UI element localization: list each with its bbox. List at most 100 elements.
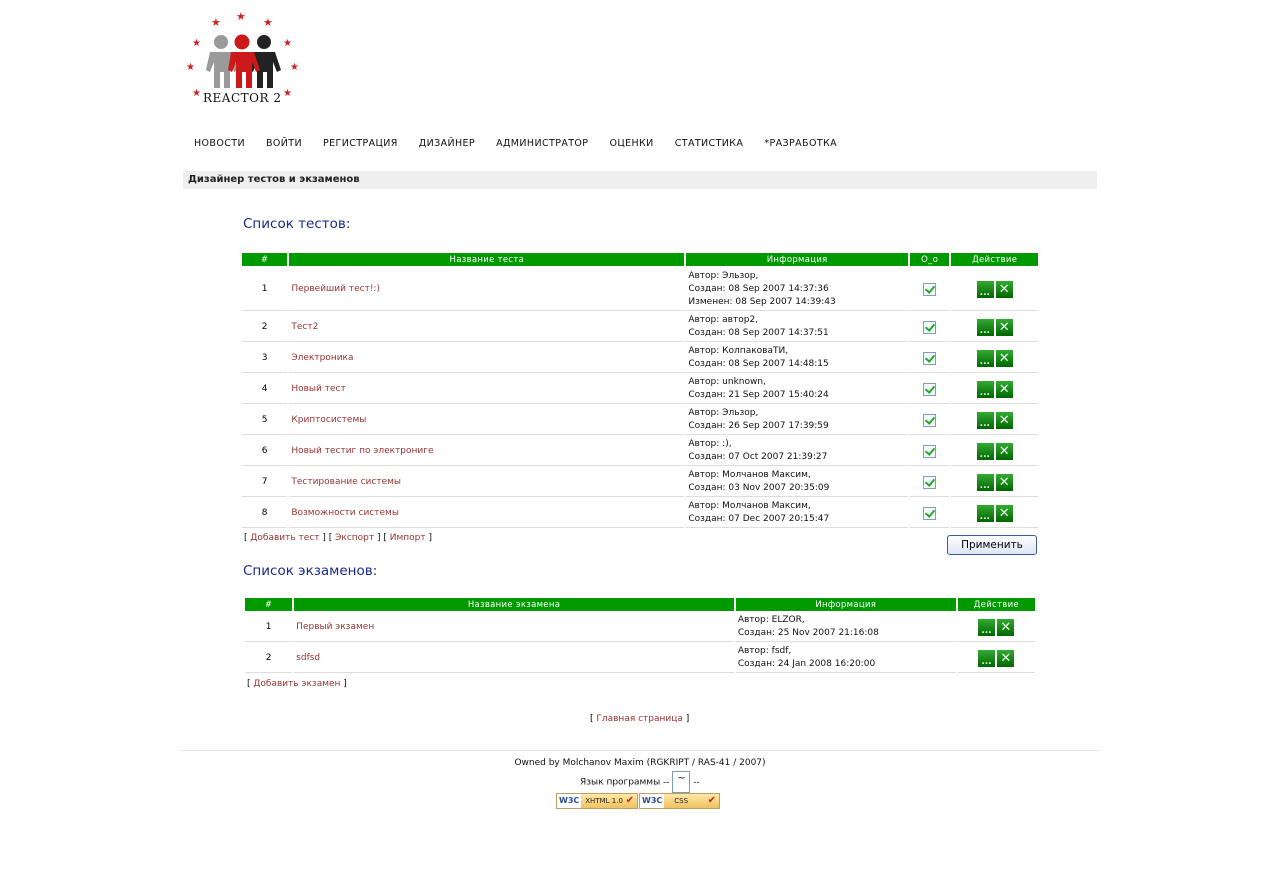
delete-icon[interactable]: ✕ <box>995 280 1013 298</box>
test-info: Автор: КолпаковаТИ, Создан: 08 Sep 2007 1… <box>686 344 909 373</box>
delete-icon[interactable]: ✕ <box>995 380 1013 398</box>
svg-text:★: ★ <box>192 38 201 49</box>
col-header-number: # <box>245 598 293 611</box>
edit-icon[interactable] <box>978 618 996 636</box>
tests-table: # Название теста Информация O_o Действие… <box>240 251 1040 530</box>
import-link[interactable]: Импорт <box>390 533 426 543</box>
edit-icon[interactable] <box>976 473 994 491</box>
table-row: 2 Тест2 Автор: автор2, Создан: 08 Sep 2007 … <box>242 313 1038 342</box>
tests-table-header: # Название теста Информация O_o Действие <box>242 253 1038 266</box>
row-number: 1 <box>245 613 293 642</box>
active-checkbox[interactable] <box>923 444 937 458</box>
nav-development[interactable]: *РАЗРАБОТКА <box>756 138 845 149</box>
edit-icon[interactable] <box>976 318 994 336</box>
edit-icon[interactable] <box>976 442 994 460</box>
main-page-links: [ Главная страница ] <box>590 714 690 724</box>
apply-button[interactable]: Применить <box>947 535 1037 555</box>
row-number: 4 <box>242 375 288 404</box>
add-test-link[interactable]: Добавить тест <box>250 533 319 543</box>
edit-icon[interactable] <box>976 504 994 522</box>
nav-grades[interactable]: ОЦЕНКИ <box>601 138 661 149</box>
active-checkbox[interactable] <box>923 320 937 334</box>
info-line: Создан: 25 Nov 2007 21:16:08 <box>737 628 879 638</box>
exams-table: # Название экзамена Информация Действие … <box>243 596 1037 675</box>
table-row: 8 Возможности системы Автор: Молчанов Макс… <box>242 499 1038 528</box>
test-name-link[interactable]: Первейший тест!:) <box>291 284 380 294</box>
test-name-link[interactable]: Возможности системы <box>291 508 399 518</box>
col-header-active: O_o <box>910 253 950 266</box>
row-number: 6 <box>242 437 288 466</box>
table-row: 1 Первый экзамен Автор: ELZOR, Создан: 25 N… <box>245 613 1035 642</box>
edit-icon[interactable] <box>976 411 994 429</box>
info-line: Автор: Эльзор, <box>688 270 759 281</box>
exams-section-title: Список экзаменов: <box>243 563 378 579</box>
top-nav: НОВОСТИ ВОЙТИ РЕГИСТРАЦИЯ ДИЗАЙНЕР АДМИНИСТР… <box>186 138 850 152</box>
export-link[interactable]: Экспорт <box>335 533 374 543</box>
delete-icon[interactable]: ✕ <box>997 618 1015 636</box>
main-page-link[interactable]: Главная страница <box>596 714 683 724</box>
delete-icon[interactable]: ✕ <box>995 349 1013 367</box>
info-line: Изменен: 08 Sep 2007 14:39:43 <box>688 296 836 307</box>
add-exam-link[interactable]: Добавить экзамен <box>253 679 340 689</box>
row-number: 3 <box>242 344 288 373</box>
footer-owned: Owned by Molchanov Maxim (RGKRIPT / RAS-… <box>514 758 766 768</box>
tests-section-title: Список тестов: <box>243 216 351 232</box>
svg-text:★: ★ <box>186 62 195 73</box>
table-row: 4 Новый тест Автор: unknown, Создан: 21 Sep… <box>242 375 1038 404</box>
test-name-link[interactable]: Тестирование системы <box>291 477 401 487</box>
active-checkbox[interactable] <box>923 382 937 396</box>
active-checkbox[interactable] <box>923 413 937 427</box>
info-line: Автор: unknown, <box>688 377 766 387</box>
info-line: Создан: 24 Jan 2008 16:20:00 <box>737 659 876 669</box>
exam-name-link[interactable]: Первый экзамен <box>296 622 374 632</box>
edit-icon[interactable] <box>976 280 994 298</box>
delete-icon[interactable]: ✕ <box>995 411 1013 429</box>
nav-designer[interactable]: ДИЗАЙНЕР <box>411 138 483 149</box>
edit-icon[interactable] <box>976 380 994 398</box>
test-name-link[interactable]: Тест2 <box>291 322 318 332</box>
delete-icon[interactable]: ✕ <box>995 473 1013 491</box>
test-info: Автор: :), Создан: 07 Oct 2007 21:39:27 <box>686 437 909 466</box>
language-suffix: -- <box>693 777 700 788</box>
nav-news[interactable]: НОВОСТИ <box>186 138 253 149</box>
active-checkbox[interactable] <box>923 351 937 365</box>
badge-label: XHTML 1.0 <box>585 797 623 805</box>
language-select[interactable]: ~ <box>672 771 691 793</box>
col-header-action: Действие <box>951 253 1038 266</box>
delete-icon[interactable]: ✕ <box>995 318 1013 336</box>
col-header-action: Действие <box>957 598 1035 611</box>
edit-icon[interactable] <box>978 649 996 667</box>
col-header-info: Информация <box>735 598 956 611</box>
svg-text:★: ★ <box>192 88 201 99</box>
info-line: Автор: Молчанов Максим, <box>688 501 811 511</box>
row-number: 8 <box>242 499 288 528</box>
test-info: Автор: Молчанов Максим, Создан: 03 Nov 20… <box>686 468 909 497</box>
delete-icon[interactable]: ✕ <box>997 649 1015 667</box>
w3c-xhtml-badge[interactable]: W3C XHTML 1.0 ✔ <box>556 793 638 809</box>
nav-login[interactable]: ВОЙТИ <box>258 138 310 149</box>
exam-info: Автор: ELZOR, Создан: 25 Nov 2007 21:16:0… <box>735 613 956 642</box>
test-name-link[interactable]: Новый тест <box>291 384 345 394</box>
col-header-exam-name: Название экзамена <box>294 598 734 611</box>
test-name-link[interactable]: Электроника <box>291 353 353 363</box>
active-checkbox[interactable] <box>923 282 937 296</box>
col-header-test-name: Название теста <box>289 253 685 266</box>
exam-name-link[interactable]: sdfsd <box>296 653 320 663</box>
delete-icon[interactable]: ✕ <box>995 504 1013 522</box>
active-checkbox[interactable] <box>923 506 937 520</box>
edit-icon[interactable] <box>976 349 994 367</box>
test-name-link[interactable]: Криптосистемы <box>291 415 366 425</box>
language-selector-row: Язык программы -- ~ -- <box>580 771 700 793</box>
nav-statistics[interactable]: СТАТИСТИКА <box>667 138 752 149</box>
exams-table-header: # Название экзамена Информация Действие <box>245 598 1035 611</box>
svg-text:★: ★ <box>283 88 292 99</box>
w3c-css-badge[interactable]: W3C CSS ✔ <box>639 793 720 809</box>
active-checkbox[interactable] <box>923 475 937 489</box>
nav-administrator[interactable]: АДМИНИСТРАТОР <box>488 138 596 149</box>
info-line: Автор: fsdf, <box>737 646 792 656</box>
exams-links: [ Добавить экзамен ] <box>247 679 347 689</box>
info-line: Создан: 03 Nov 2007 20:35:09 <box>688 483 830 493</box>
test-name-link[interactable]: Новый тестиг по электрониге <box>291 446 433 456</box>
nav-registration[interactable]: РЕГИСТРАЦИЯ <box>315 138 406 149</box>
delete-icon[interactable]: ✕ <box>995 442 1013 460</box>
